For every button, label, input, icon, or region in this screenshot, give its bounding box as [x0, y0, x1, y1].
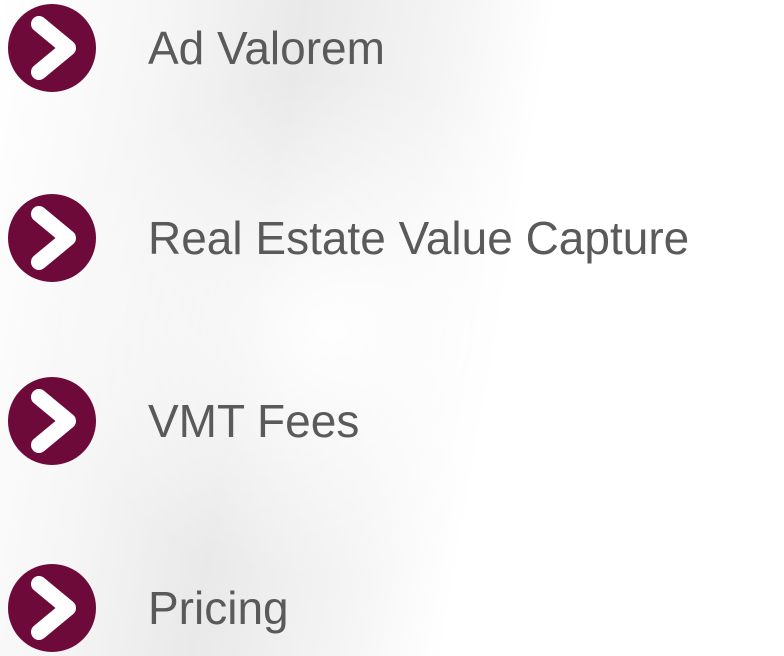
chevron-right-icon [6, 192, 98, 284]
list-item-label: Ad Valorem [148, 22, 385, 74]
list-item: Real Estate Value Capture [6, 192, 689, 284]
list-item-label: Pricing [148, 582, 289, 634]
list-item: Ad Valorem [6, 2, 385, 94]
chevron-right-icon [6, 2, 98, 94]
chevron-right-icon [6, 562, 98, 654]
list-item: Pricing [6, 562, 289, 654]
list-item: VMT Fees [6, 375, 359, 467]
bullet-list: Ad Valorem Real Estate Value Capture VMT… [0, 0, 784, 656]
list-item-label: VMT Fees [148, 395, 360, 447]
chevron-right-icon [6, 375, 98, 467]
list-item-label: Real Estate Value Capture [148, 212, 690, 264]
